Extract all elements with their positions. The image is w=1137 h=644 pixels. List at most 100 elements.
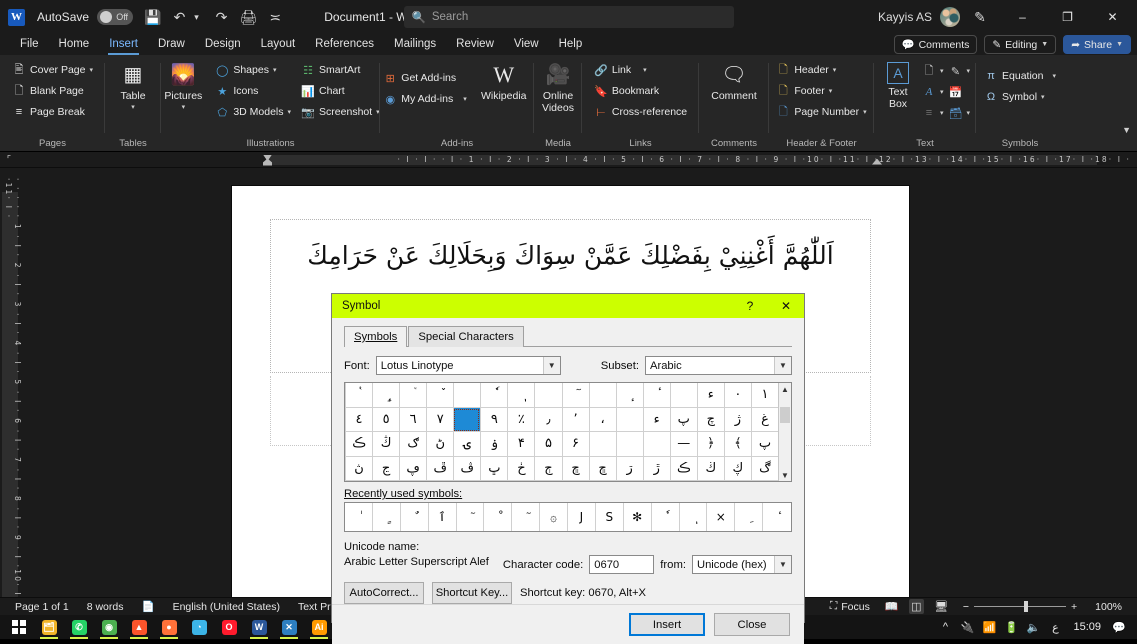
- header-button[interactable]: 🗋 Header ▾: [772, 60, 870, 80]
- wifi-icon[interactable]: 📶: [979, 615, 999, 639]
- symbol-cell[interactable]: ۴: [507, 432, 535, 457]
- recent-symbol-cell[interactable]: ٓ: [457, 503, 485, 531]
- editing-mode-button[interactable]: ✎ Editing ▼: [984, 35, 1057, 54]
- restore-button[interactable]: ❐: [1045, 0, 1090, 34]
- recent-symbol-cell[interactable]: ٖ: [680, 503, 708, 531]
- file-explorer-icon[interactable]: 🗂: [34, 615, 64, 639]
- symbol-cell[interactable]: ژ: [723, 407, 751, 432]
- word-icon[interactable]: W: [244, 615, 274, 639]
- shapes-button[interactable]: ◯ Shapes ▾: [211, 60, 295, 80]
- zoom-out-button[interactable]: −: [963, 601, 969, 613]
- symbol-cell[interactable]: ڰ: [750, 456, 778, 481]
- 3d-models-button[interactable]: ⬠ 3D Models ▾: [211, 102, 295, 122]
- symbol-cell[interactable]: ٬: [561, 407, 589, 432]
- symbol-cell[interactable]: ﴿: [696, 432, 724, 457]
- symbol-cell[interactable]: ﴾: [723, 432, 751, 457]
- symbol-cell[interactable]: ٦: [399, 407, 427, 432]
- date-time-button[interactable]: 📅: [947, 82, 965, 102]
- comments-button[interactable]: 💬 Comments: [893, 35, 978, 54]
- recent-symbol-cell[interactable]: ٌ: [401, 503, 429, 531]
- vertical-ruler[interactable]: · · · · · 1 · I · 2 · I · 3 · I · 4 · I …: [0, 168, 22, 597]
- symbol-cell[interactable]: ڇ: [588, 456, 616, 481]
- customize-quick-access-icon[interactable]: ≍: [268, 9, 282, 26]
- help-icon[interactable]: ?: [732, 294, 768, 318]
- symbol-cell[interactable]: ١: [750, 383, 778, 408]
- symbol-cell[interactable]: ٪: [507, 407, 535, 432]
- cover-page-button[interactable]: 🖹 Cover Page ▾: [8, 60, 97, 80]
- object-button[interactable]: 🗃 ▾: [947, 103, 973, 123]
- symbol-cell[interactable]: ڮ: [723, 456, 751, 481]
- symbol-cell[interactable]: ٔ: [642, 383, 670, 408]
- online-videos-button[interactable]: 🎥 Online Videos: [536, 58, 580, 114]
- symbol-cell[interactable]: ٗ: [480, 383, 508, 408]
- chevron-down-icon[interactable]: ▼: [774, 357, 791, 374]
- recent-symbol-cell[interactable]: ِ: [735, 503, 764, 531]
- drop-cap-button[interactable]: ≡ ▾: [920, 103, 946, 123]
- tab-mailings[interactable]: Mailings: [384, 34, 446, 55]
- symbol-cell[interactable]: ڂ: [507, 456, 535, 481]
- symbol-cell[interactable]: ٤: [345, 407, 373, 432]
- focus-mode-button[interactable]: ⛶ Focus: [821, 600, 879, 613]
- get-addins-button[interactable]: ⊞ Get Add-ins: [379, 68, 470, 88]
- save-icon[interactable]: 💾: [144, 9, 161, 26]
- my-addins-button[interactable]: ◉ My Add-ins ▾: [379, 89, 470, 109]
- minimize-button[interactable]: –: [1000, 0, 1045, 34]
- symbol-cell[interactable]: [588, 432, 616, 457]
- tab-help[interactable]: Help: [549, 34, 593, 55]
- symbol-cell[interactable]: ٞ: [399, 383, 427, 408]
- print-preview-icon[interactable]: 🖨: [239, 9, 257, 26]
- tab-review[interactable]: Review: [446, 34, 504, 55]
- tab-symbols[interactable]: Symbols: [344, 326, 408, 348]
- tab-layout[interactable]: Layout: [251, 34, 306, 55]
- chevron-down-icon[interactable]: ▼: [542, 357, 560, 374]
- character-code-input[interactable]: 0670: [589, 555, 655, 574]
- signature-line-button[interactable]: ✎ ▾: [947, 61, 973, 81]
- symbol-cell[interactable]: ڤ: [453, 456, 481, 481]
- symbol-grid-scrollbar[interactable]: ▲ ▼: [778, 383, 791, 481]
- recent-symbol-cell[interactable]: ×: [707, 503, 736, 531]
- zoom-knob[interactable]: [1024, 601, 1028, 612]
- close-button[interactable]: Close: [714, 613, 790, 636]
- illustrator-icon[interactable]: Ai: [304, 615, 334, 639]
- recently-used-grid[interactable]: ٌٍٰٱْٓٓ۞JS✻ٖٗ×ِٔ: [344, 502, 792, 532]
- taskbar-clock[interactable]: 15:09: [1067, 621, 1107, 633]
- windows-start-icon[interactable]: [4, 615, 34, 639]
- symbol-cell[interactable]: ٩: [480, 407, 508, 432]
- zoom-slider[interactable]: − +: [954, 601, 1086, 613]
- opera-icon[interactable]: O: [214, 615, 244, 639]
- symbol-cell[interactable]: ڬ: [696, 456, 724, 481]
- symbol-cell[interactable]: ﺀ: [642, 407, 670, 432]
- close-icon[interactable]: ✕: [768, 294, 804, 318]
- comment-button[interactable]: 🗨 Comment: [703, 58, 765, 102]
- symbol-cell[interactable]: غ: [750, 407, 778, 432]
- symbol-cell[interactable]: ٥: [372, 407, 400, 432]
- zoom-track[interactable]: [974, 601, 1066, 612]
- symbol-cell[interactable]: ڦ: [426, 456, 454, 481]
- tab-file[interactable]: File: [10, 34, 49, 55]
- symbol-cell[interactable]: ٝ: [345, 383, 373, 408]
- autosave-toggle[interactable]: Off: [97, 9, 134, 25]
- web-layout-button[interactable]: 🖥: [929, 599, 954, 614]
- symbol-cell[interactable]: ٧: [426, 407, 454, 432]
- quick-parts-button[interactable]: 🗋 ▾: [920, 61, 946, 81]
- icons-button[interactable]: ★ Icons: [211, 81, 295, 101]
- symbol-cell[interactable]: [588, 383, 616, 408]
- shortcut-key-button[interactable]: Shortcut Key...: [432, 582, 512, 604]
- chevron-down-icon[interactable]: ▼: [774, 556, 791, 573]
- whatsapp-icon[interactable]: ✆: [64, 615, 94, 639]
- symbol-cell[interactable]: [615, 432, 643, 457]
- symbol-cell[interactable]: ،: [588, 407, 616, 432]
- pictures-button[interactable]: 🌄 Pictures ▾: [157, 58, 209, 114]
- symbol-cell[interactable]: ٖ: [507, 383, 535, 408]
- chart-button[interactable]: 📊 Chart: [297, 81, 384, 101]
- horizontal-ruler-track[interactable]: · I · I · · I · 1 · I · 2 · I · 3 · I · …: [18, 154, 1135, 166]
- recent-symbol-cell[interactable]: ٱ: [429, 503, 457, 531]
- scroll-down-icon[interactable]: ▼: [779, 469, 791, 481]
- page-count[interactable]: Page 1 of 1: [6, 601, 78, 613]
- symbol-cell[interactable]: ۍ: [453, 432, 481, 457]
- tab-insert[interactable]: Insert: [99, 34, 148, 55]
- word-count[interactable]: 8 words: [78, 601, 133, 613]
- volume-icon[interactable]: 🔈: [1023, 615, 1043, 639]
- recent-symbol-cell[interactable]: J: [568, 503, 596, 531]
- avatar[interactable]: [940, 7, 960, 27]
